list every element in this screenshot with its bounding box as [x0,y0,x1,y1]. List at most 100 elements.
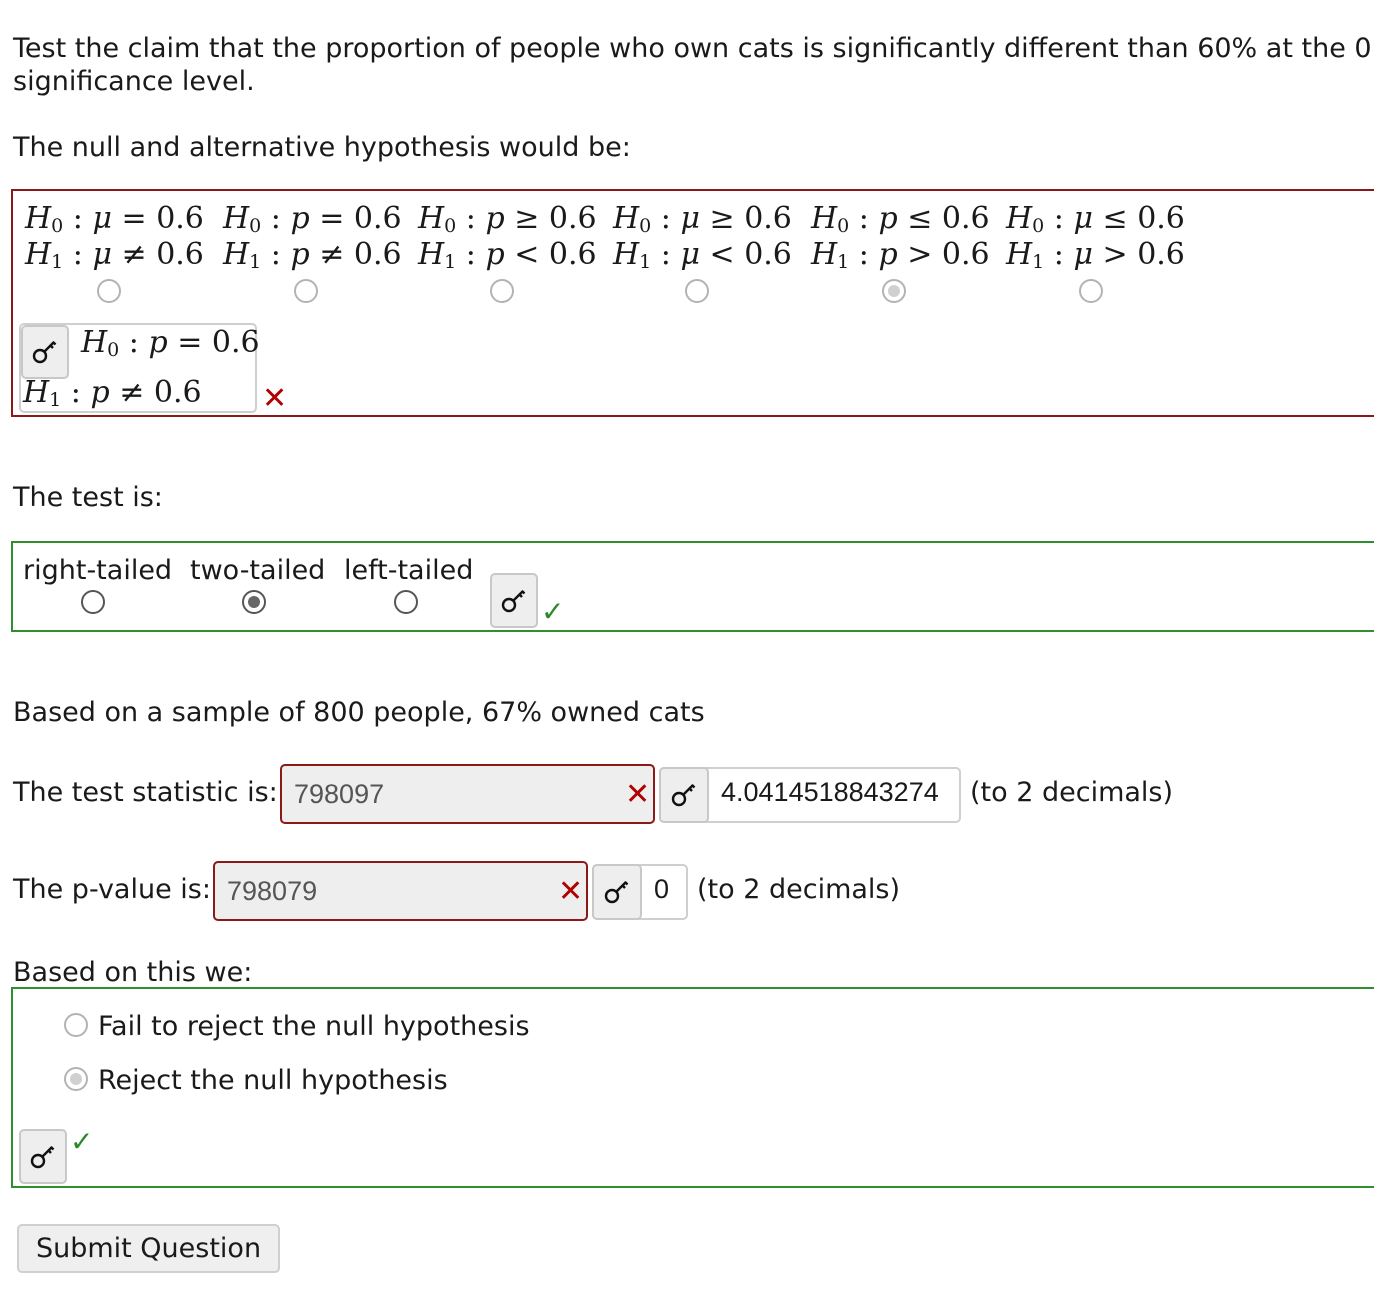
h1-operator: > [1102,237,1128,272]
hypothesis-answer-box: H0 : p = 0.6 H1 : p ≠ 0.6 [19,323,260,413]
hypothesis-option-4: H0 : p ≤ 0.6 H1 : p > 0.6 [811,201,990,273]
answer-h0-symbol: p [148,325,168,360]
right-tailed-radio[interactable] [81,590,105,614]
answer-h0-value: 0.6 [211,325,260,360]
x-mark-icon: ✕ [262,381,288,416]
left-tailed-radio[interactable] [394,590,418,614]
test-statistic-value: 798097 [294,778,385,809]
decision-option-label-0: Fail to reject the null hypothesis [98,1011,530,1042]
h0-symbol: p [878,201,898,236]
decision-prompt: Based on this we: [13,957,253,988]
show-answer-button[interactable] [490,573,538,628]
key-icon [604,881,629,904]
h1-value: 0.6 [548,237,597,272]
hypothesis-prompt: The null and alternative hypothesis woul… [13,132,631,163]
key-icon [30,1145,55,1168]
p-value-hint: (to 2 decimals) [697,874,901,905]
check-mark-icon: ✓ [70,1125,94,1158]
h0-operator: ≤ [1102,201,1128,236]
h1-operator: < [514,237,540,272]
answer-h1-symbol: p [90,375,110,410]
h0-symbol: μ [1073,201,1093,236]
hypothesis-option-2: H0 : p ≥ 0.6 H1 : p < 0.6 [418,201,597,273]
test-option-label-0: right-tailed [23,555,173,586]
hypothesis-option-0: H0 : μ = 0.6 H1 : μ ≠ 0.6 [25,201,204,273]
reject-radio[interactable] [64,1067,88,1091]
h1-symbol: μ [92,237,112,272]
p-value-value: 798079 [227,875,318,906]
show-answer-button[interactable] [659,767,709,823]
sample-text: Based on a sample of 800 people, 67% own… [13,697,705,728]
h0-value: 0.6 [353,201,402,236]
test-statistic-answer: 4.0414518843274 [721,777,939,807]
question-line-2: significance level. [13,66,255,97]
x-mark-icon: ✕ [558,874,584,909]
h0-symbol: μ [92,201,112,236]
test-prompt: The test is: [13,482,163,513]
h1-operator: > [907,237,933,272]
h1-symbol: μ [680,237,700,272]
hypothesis-radio-1[interactable] [294,279,318,303]
p-value-input[interactable]: 798079 [213,861,588,921]
fail-to-reject-radio[interactable] [64,1013,88,1037]
h0-symbol: p [485,201,505,236]
test-option-label-1: two-tailed [190,555,326,586]
decision-option-label-1: Reject the null hypothesis [98,1065,448,1096]
h0-value: 0.6 [156,201,204,236]
show-answer-button[interactable] [19,1129,67,1184]
h0-operator: ≥ [709,201,735,236]
p-value-answer: 0 [654,874,670,904]
h1-symbol: p [878,237,898,272]
h1-value: 0.6 [744,237,792,272]
test-statistic-hint: (to 2 decimals) [970,777,1174,808]
h1-value: 0.6 [353,237,402,272]
p-value-label: The p-value is: [13,874,211,905]
submit-question-button[interactable]: Submit Question [17,1224,280,1273]
hypothesis-radio-2[interactable] [490,279,514,303]
hypothesis-option-5: H0 : μ ≤ 0.6 H1 : μ > 0.6 [1006,201,1185,273]
answer-h1-value: 0.6 [153,375,202,410]
h0-symbol: μ [680,201,700,236]
answer-h1: H1 : p ≠ 0.6 [23,375,202,411]
h0-value: 0.6 [941,201,990,236]
hypothesis-option-1: H0 : p = 0.6 H1 : p ≠ 0.6 [223,201,402,273]
show-answer-button[interactable] [21,325,69,379]
key-icon [501,589,526,612]
h0-operator: ≥ [514,201,540,236]
test-statistic-input[interactable]: 798097 [280,764,655,824]
h1-operator: ≠ [121,237,147,272]
question-line-1: Test the claim that the proportion of pe… [13,33,1374,64]
hypothesis-radio-3[interactable] [685,279,709,303]
h1-symbol: p [290,237,310,272]
key-icon [32,341,57,364]
h0-value: 0.6 [1137,201,1185,236]
test-statistic-answer-box: 4.0414518843274 [659,767,961,823]
test-option-label-2: left-tailed [344,555,474,586]
h1-operator: < [709,237,735,272]
hypothesis-radio-0[interactable] [97,279,121,303]
hypothesis-question-box: H0 : μ = 0.6 H1 : μ ≠ 0.6 H0 : p = 0.6 H… [11,189,1374,417]
hypothesis-radio-5[interactable] [1079,279,1103,303]
decision-question-box: Fail to reject the null hypothesis Rejec… [11,987,1374,1188]
two-tailed-radio[interactable] [242,590,266,614]
h0-value: 0.6 [548,201,597,236]
hypothesis-radio-4[interactable] [882,279,906,303]
h0-value: 0.6 [744,201,792,236]
hypothesis-option-3: H0 : μ ≥ 0.6 H1 : μ < 0.6 [613,201,792,273]
h1-symbol: p [485,237,505,272]
h0-symbol: p [290,201,310,236]
answer-h0-operator: = [177,325,203,360]
key-icon [671,784,696,807]
h1-operator: ≠ [319,237,345,272]
answer-h0: H0 : p = 0.6 [81,325,260,361]
test-statistic-label: The test statistic is: [13,777,278,808]
x-mark-icon: ✕ [625,777,651,812]
p-value-answer-box: 0 [592,864,688,920]
h1-value: 0.6 [1137,237,1185,272]
show-answer-button[interactable] [592,864,642,920]
h0-operator: ≤ [907,201,933,236]
h1-symbol: μ [1073,237,1093,272]
test-question-box: right-tailed two-tailed left-tailed ✓ [11,541,1374,632]
h0-operator: = [121,201,147,236]
answer-h1-operator: ≠ [119,375,145,410]
